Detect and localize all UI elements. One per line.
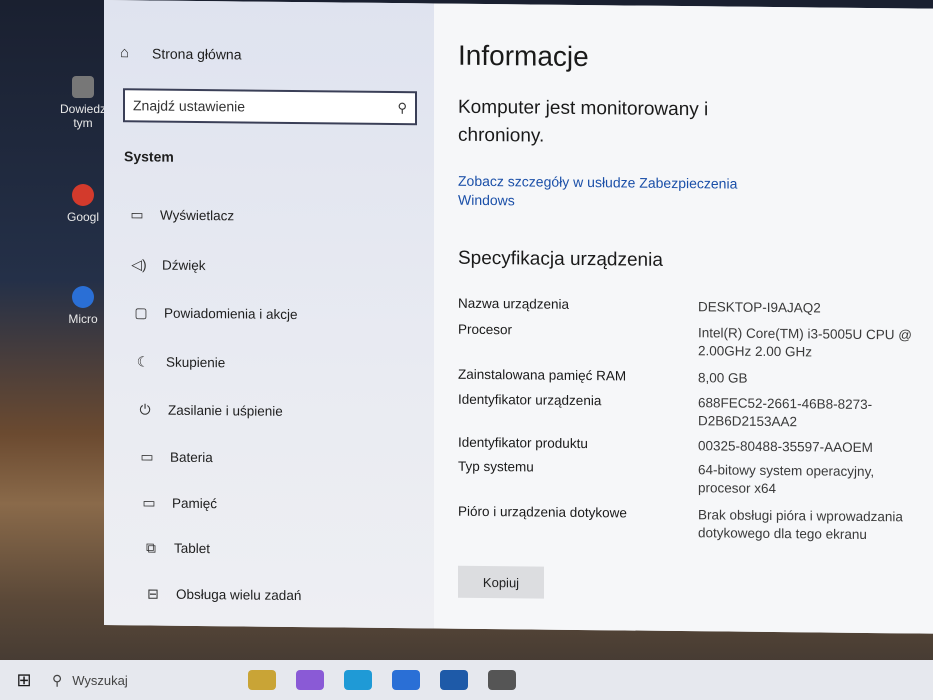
sidebar-item-label: Zasilanie i uśpienie [168,402,283,419]
home-label: Strona główna [152,45,242,62]
sidebar-item-multitasking[interactable]: ⊟ Obsługa wielu zadań [142,585,301,604]
sidebar-item-label: Pamięć [172,495,218,512]
sidebar-item-label: Wyświetlacz [160,207,235,224]
settings-window: ⌂ Strona główna Znajdź ustawienie ⚲ Syst… [104,0,933,634]
desktop-icon-label: Micro [68,312,98,326]
battery-icon: ▭ [140,448,154,465]
moon-icon: ☾ [136,353,150,370]
spec-label: Nazwa urządzenia [458,295,570,312]
sidebar-item-label: Powiadomienia i akcje [164,305,298,323]
protection-status: Komputer jest monitorowany i chroniony. [458,96,709,147]
spec-label: Procesor [458,321,513,338]
page-title: Informacje [458,39,589,73]
content-pane: Informacje Komputer jest monitorowany i … [434,3,933,634]
spec-row-ram: Zainstalowana pamięć RAM 8,00 GB [458,367,918,386]
sidebar-item-display[interactable]: ▭ Wyświetlacz [126,206,234,224]
spec-row-device-name: Nazwa urządzenia DESKTOP-I9AJAQ2 [458,296,918,316]
file-explorer-icon[interactable] [248,670,276,690]
sidebar-item-sound[interactable]: ◁) Dźwięk [128,256,206,274]
security-details-link[interactable]: Zobacz szczegóły w usłudze Zabezpieczeni… [458,172,758,213]
speaker-icon: ◁) [131,256,147,273]
spec-value: 00325-80488-35597-AAOEM [698,438,873,456]
sidebar-item-label: Obsługa wielu zadań [176,586,302,604]
taskbar-search[interactable]: ⚲ Wyszukaj [48,660,228,700]
spec-row-processor: Procesor Intel(R) Core(TM) i3-5005U CPU … [458,322,918,360]
spec-row-system-type: Typ systemu 64-bitowy system operacyjny,… [458,459,918,496]
mail-icon[interactable] [440,670,468,690]
search-icon[interactable]: ⚲ [397,100,407,116]
edge-icon [72,286,94,308]
sidebar-item-label: Tablet [174,540,211,557]
taskbar-search-label: Wyszukaj [72,672,128,688]
spec-label: Identyfikator produktu [458,434,588,452]
copy-button[interactable]: Kopiuj [458,565,544,599]
chrome-icon [72,184,94,206]
desktop-icon-google[interactable]: Googl [58,184,108,224]
sidebar-item-label: Dźwięk [162,257,206,274]
settings-icon[interactable] [488,670,516,690]
spec-value: 688FEC52-2661-46B8-8273-D2B6D2153AA2 [698,395,873,430]
start-button[interactable]: ⊞ [0,660,48,700]
search-icon: ⚲ [52,671,63,688]
device-specs-heading: Specyfikacja urządzenia [458,247,663,271]
spec-value: 8,00 GB [698,370,748,386]
sidebar-item-storage[interactable]: ▭ Pamięć [138,494,217,512]
tablet-icon: ⧉ [146,539,156,556]
sidebar-item-tablet[interactable]: ⧉ Tablet [140,539,210,557]
learn-icon [72,76,94,98]
navigation-pane: ⌂ Strona główna Znajdź ustawienie ⚲ Syst… [104,0,434,629]
settings-search-input[interactable]: Znajdź ustawienie ⚲ [123,88,417,126]
spec-value: 64-bitowy system operacyjny, procesor x6… [698,462,875,497]
desktop-icon-microsoft[interactable]: Micro [58,286,108,326]
spec-value: DESKTOP-I9AJAQ2 [698,299,821,316]
sidebar-item-notifications[interactable]: ▢ Powiadomienia i akcje [130,304,298,323]
notification-icon: ▢ [134,304,148,321]
copilot-icon[interactable] [296,670,324,690]
spec-value: Intel(R) Core(TM) i3-5005U CPU @ 2.00GHz… [698,325,912,360]
desktop-icon-learn[interactable]: Dowiedz tym [58,76,108,130]
store-icon[interactable] [392,670,420,690]
spec-label: Pióro i urządzenia dotykowe [458,503,627,521]
windows-icon: ⊞ [16,669,32,690]
spec-label: Identyfikator urządzenia [458,391,602,409]
sidebar-item-focus[interactable]: ☾ Skupienie [132,353,226,371]
spec-label: Typ systemu [458,458,534,475]
edge-icon[interactable] [344,670,372,690]
desktop-icon-label: Googl [66,210,100,224]
home-link[interactable]: ⌂ Strona główna [120,44,242,62]
desktop-icon-label: Dowiedz tym [59,102,107,130]
sidebar-item-power[interactable]: ⏻ Zasilanie i uśpienie [134,401,283,420]
sidebar-item-label: Bateria [170,449,213,466]
monitor-icon: ▭ [130,206,144,223]
search-placeholder: Znajdź ustawienie [133,97,246,115]
sidebar-item-label: Skupienie [166,354,226,371]
spec-label: Zainstalowana pamięć RAM [458,366,627,384]
power-icon: ⏻ [139,401,151,418]
section-title: System [124,148,174,165]
spec-row-device-id: Identyfikator urządzenia 688FEC52-2661-4… [458,392,918,430]
spec-value: Brak obsługi pióra i wprowadzania dotyko… [698,507,903,542]
home-icon: ⌂ [120,44,130,62]
sidebar-item-battery[interactable]: ▭ Bateria [136,448,213,466]
spec-row-product-id: Identyfikator produktu 00325-80488-35597… [458,435,918,455]
spec-row-pen-touch: Pióro i urządzenia dotykowe Brak obsługi… [458,504,918,542]
multitasking-icon: ⊟ [147,585,159,602]
taskbar: ⊞ ⚲ Wyszukaj [0,660,933,700]
storage-icon: ▭ [142,494,156,511]
